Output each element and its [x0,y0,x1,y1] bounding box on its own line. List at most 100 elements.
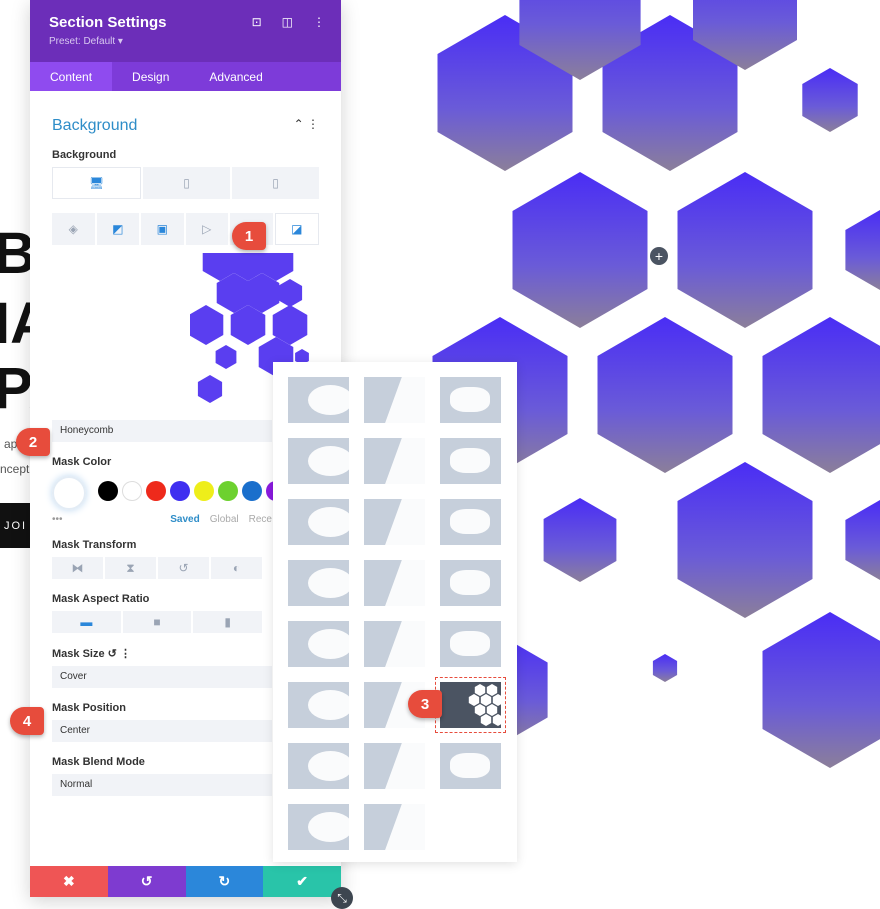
mask-tile[interactable] [440,743,501,789]
redo-button[interactable]: ↻ [185,866,264,897]
color-swatch[interactable] [170,480,190,501]
mask-tile[interactable] [364,499,425,545]
focus-icon[interactable]: ⊡ [252,15,262,29]
resize-handle[interactable]: ⤡ [331,887,353,909]
mask-tile[interactable] [440,499,501,545]
bg-join-button[interactable]: JOI [0,503,30,548]
step-badge-2: 2 [16,428,50,456]
palette-tab-global[interactable]: Global [210,514,239,525]
step-badge-4: 4 [10,707,44,735]
mask-size-field[interactable]: Cover [52,666,272,688]
tab-content[interactable]: Content [30,62,113,91]
color-swatch[interactable] [242,480,262,501]
mask-tile[interactable] [288,804,349,850]
hexagon [277,279,303,307]
hexagon [492,714,501,726]
image-icon[interactable]: ▣ [141,213,184,245]
reset-icon[interactable]: ↺ [108,648,117,660]
save-button[interactable]: ✔ [263,866,341,897]
gradient-icon[interactable]: ◩ [96,213,139,245]
hexagon [474,684,486,696]
aspect-landscape-icon[interactable]: ▬ [52,611,121,633]
mask-tile[interactable] [288,499,349,545]
collapse-icon[interactable]: ⌃ ⋮ [294,117,319,135]
mask-tile[interactable] [440,560,501,606]
color-swatch[interactable] [194,480,214,501]
mask-icon[interactable]: ◪ [274,213,319,245]
mask-tile[interactable] [440,377,501,423]
background-label: Background [52,149,117,161]
hexagon [474,704,486,716]
rotate-icon[interactable]: ↺ [158,557,209,579]
flip-horizontal-icon[interactable]: ⧓ [52,557,103,579]
mask-tile[interactable] [364,743,425,789]
more-colors-icon[interactable]: ••• [52,514,63,525]
split-view-icon[interactable]: ◫ [282,15,293,29]
mask-tile[interactable] [288,438,349,484]
preset-dropdown[interactable]: Preset: Default ▾ [49,36,322,47]
mask-tile[interactable] [364,438,425,484]
mask-tile[interactable] [364,377,425,423]
color-swatch[interactable] [146,480,166,501]
tablet-icon[interactable]: ▯ [143,167,230,199]
color-picker-button[interactable] [52,476,86,510]
mask-tile[interactable] [440,438,501,484]
hexagon [512,172,648,328]
phone-icon[interactable]: ▯ [232,167,319,199]
mask-size-label: Mask Size [52,648,105,660]
hexagon [480,714,492,726]
mask-tile[interactable] [364,560,425,606]
mask-tile[interactable] [288,377,349,423]
color-icon[interactable]: ◈ [52,213,95,245]
mask-tile[interactable] [288,621,349,667]
tab-design[interactable]: Design [112,62,189,91]
more-icon[interactable]: ⋮ [313,15,325,29]
hexagon [845,210,880,290]
mask-tile[interactable] [440,621,501,667]
hexagon [652,654,678,682]
color-swatch[interactable] [218,480,238,501]
section-title: Background [52,117,138,134]
mask-style-field[interactable]: Honeycomb [52,420,272,442]
hexagon [215,345,237,369]
hexagon [597,317,733,473]
mask-tile[interactable] [364,621,425,667]
video-icon[interactable]: ▷ [185,213,228,245]
step-badge-3: 3 [408,690,442,718]
mask-tile[interactable] [288,743,349,789]
mask-style-picker [273,362,517,862]
panel-header: Section Settings Preset: Default ▾ ⊡ ◫ ⋮ [30,0,341,62]
mask-position-field[interactable]: Center [52,720,272,742]
flip-vertical-icon[interactable]: ⧗ [105,557,156,579]
palette-tab-saved[interactable]: Saved [170,514,199,525]
hexagon [468,694,480,706]
color-swatch[interactable] [122,480,142,501]
mask-tile[interactable] [364,804,425,850]
hexagon [677,172,813,328]
desktop-icon[interactable]: 🖥 [52,167,141,199]
hexagon [486,704,498,716]
discard-button[interactable]: ✖ [30,866,108,897]
mask-tile[interactable] [288,560,349,606]
mask-tile[interactable] [288,682,349,728]
add-icon[interactable]: + [650,247,668,265]
hexagon [188,305,224,345]
hexagon [762,612,880,768]
hexagon [197,375,223,403]
color-swatch[interactable] [98,480,118,501]
aspect-portrait-icon[interactable]: ▮ [193,611,263,633]
aspect-square-icon[interactable]: ■ [122,611,192,633]
step-badge-1: 1 [232,222,266,250]
palette-tab-recent[interactable]: Rece [249,514,272,525]
undo-button[interactable]: ↺ [107,866,186,897]
options-icon[interactable]: ⋮ [120,648,131,660]
hexagon [480,694,492,706]
hexagon [762,317,880,473]
mask-tile-honeycomb-selected[interactable] [435,677,506,733]
mask-blend-field[interactable]: Normal [52,774,272,796]
hexagon [845,500,880,580]
hexagon [492,694,501,706]
tab-advanced[interactable]: Advanced [189,62,282,91]
invert-icon[interactable]: ◐ [211,557,262,579]
hexagon [543,498,617,582]
